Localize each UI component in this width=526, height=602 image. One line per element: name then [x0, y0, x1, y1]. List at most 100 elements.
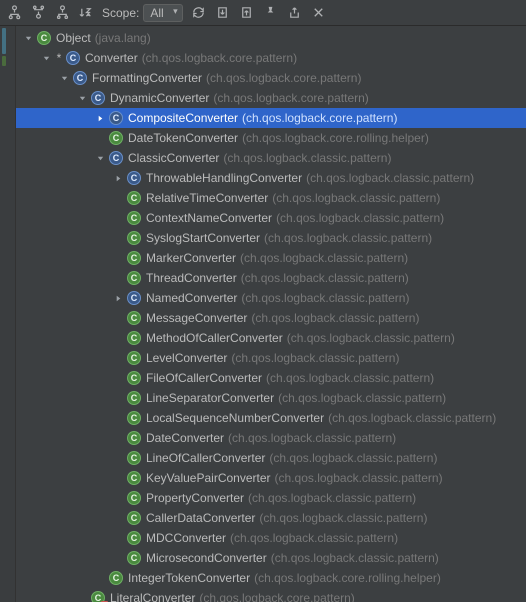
tree-row[interactable]: CThreadConverter(ch.qos.logback.classic.… [16, 268, 526, 288]
sort-alpha-icon[interactable] [78, 5, 94, 21]
abstract-class-icon: C [108, 110, 124, 126]
tree-row[interactable]: CLineSeparatorConverter(ch.qos.logback.c… [16, 388, 526, 408]
class-name: DateConverter [146, 431, 224, 445]
no-arrow [112, 252, 124, 264]
tree-row[interactable]: CDateTokenConverter(ch.qos.logback.core.… [16, 128, 526, 148]
tree-row[interactable]: CPropertyConverter(ch.qos.logback.classi… [16, 488, 526, 508]
tree-row[interactable]: CLiteralConverter(ch.qos.logback.core.pa… [16, 588, 526, 602]
expanded-arrow-icon[interactable] [58, 72, 70, 84]
class-icon: C [126, 470, 142, 486]
no-arrow [112, 372, 124, 384]
tree-row[interactable]: CThrowableHandlingConverter(ch.qos.logba… [16, 168, 526, 188]
class-name: FormattingConverter [92, 71, 202, 85]
tree-row[interactable]: CIntegerTokenConverter(ch.qos.logback.co… [16, 568, 526, 588]
abstract-class-icon: C [108, 150, 124, 166]
tree-row[interactable]: CLineOfCallerConverter(ch.qos.logback.cl… [16, 448, 526, 468]
tree-row[interactable]: CNamedConverter(ch.qos.logback.classic.p… [16, 288, 526, 308]
class-name: CallerDataConverter [146, 511, 255, 525]
class-name: KeyValuePairConverter [146, 471, 271, 485]
class-icon: C [126, 410, 142, 426]
expanded-arrow-icon[interactable] [94, 152, 106, 164]
tree-row[interactable]: CContextNameConverter(ch.qos.logback.cla… [16, 208, 526, 228]
class-icon: C [126, 270, 142, 286]
tree-row[interactable]: CSyslogStartConverter(ch.qos.logback.cla… [16, 228, 526, 248]
class-name: NamedConverter [146, 291, 237, 305]
no-arrow [112, 192, 124, 204]
package-label: (java.lang) [95, 31, 151, 45]
class-name: DateTokenConverter [128, 131, 238, 145]
tree-row[interactable]: CObject(java.lang) [16, 28, 526, 48]
class-name: MicrosecondConverter [146, 551, 267, 565]
pin-icon[interactable] [263, 5, 279, 21]
tree-row[interactable]: CClassicConverter(ch.qos.logback.classic… [16, 148, 526, 168]
hierarchy-tree[interactable]: CObject(java.lang)*CConverter(ch.qos.log… [16, 26, 526, 602]
collapsed-arrow-icon[interactable] [112, 292, 124, 304]
package-label: (ch.qos.logback.classic.pattern) [264, 231, 432, 245]
tree-row[interactable]: CLocalSequenceNumberConverter(ch.qos.log… [16, 408, 526, 428]
collapsed-arrow-icon[interactable] [112, 172, 124, 184]
expanded-arrow-icon[interactable] [76, 92, 88, 104]
expanded-arrow-icon[interactable] [40, 52, 52, 64]
class-icon: C [126, 490, 142, 506]
package-label: (ch.qos.logback.classic.pattern) [230, 531, 398, 545]
collapsed-arrow-icon[interactable] [94, 112, 106, 124]
no-arrow [112, 432, 124, 444]
tree-row[interactable]: CMethodOfCallerConverter(ch.qos.logback.… [16, 328, 526, 348]
autoscroll-from-source-icon[interactable] [239, 5, 255, 21]
package-label: (ch.qos.logback.core.pattern) [242, 111, 397, 125]
scope-dropdown[interactable]: All [143, 4, 182, 22]
tree-row[interactable]: CFileOfCallerConverter(ch.qos.logback.cl… [16, 368, 526, 388]
no-arrow [76, 592, 88, 602]
subtypes-icon[interactable] [54, 5, 70, 21]
tree-row[interactable]: CRelativeTimeConverter(ch.qos.logback.cl… [16, 188, 526, 208]
no-arrow [94, 132, 106, 144]
refresh-icon[interactable] [191, 5, 207, 21]
tree-row[interactable]: CLevelConverter(ch.qos.logback.classic.p… [16, 348, 526, 368]
abstract-class-icon: C [90, 90, 106, 106]
class-name: RelativeTimeConverter [146, 191, 268, 205]
autoscroll-to-source-icon[interactable] [215, 5, 231, 21]
tree-row[interactable]: CMarkerConverter(ch.qos.logback.classic.… [16, 248, 526, 268]
package-label: (ch.qos.logback.core.pattern) [206, 71, 361, 85]
no-arrow [112, 312, 124, 324]
package-label: (ch.qos.logback.classic.pattern) [271, 551, 439, 565]
class-icon: C [126, 370, 142, 386]
close-icon[interactable] [311, 5, 327, 21]
export-icon[interactable] [287, 5, 303, 21]
package-label: (ch.qos.logback.core.pattern) [213, 91, 368, 105]
tree-row[interactable]: CDynamicConverter(ch.qos.logback.core.pa… [16, 88, 526, 108]
tree-row[interactable]: C FormattingConverter (ch.qos.logback.core… [16, 68, 526, 88]
class-name: LineOfCallerConverter [146, 451, 265, 465]
tree-row[interactable]: CCallerDataConverter(ch.qos.logback.clas… [16, 508, 526, 528]
expanded-arrow-icon[interactable] [22, 32, 34, 44]
tree-row[interactable]: CMicrosecondConverter(ch.qos.logback.cla… [16, 548, 526, 568]
class-icon: C [36, 30, 52, 46]
no-arrow [112, 492, 124, 504]
class-name: Converter [85, 51, 138, 65]
tree-row[interactable]: CCompositeConverter(ch.qos.logback.core.… [16, 108, 526, 128]
tree-row[interactable]: CDateConverter(ch.qos.logback.classic.pa… [16, 428, 526, 448]
tree-row[interactable]: CMessageConverter(ch.qos.logback.classic… [16, 308, 526, 328]
modified-marker: * [54, 51, 64, 65]
package-label: (ch.qos.logback.core.pattern) [142, 51, 297, 65]
no-arrow [112, 392, 124, 404]
no-arrow [112, 212, 124, 224]
package-label: (ch.qos.logback.classic.pattern) [266, 371, 434, 385]
supertypes-icon[interactable] [30, 5, 46, 21]
package-label: (ch.qos.logback.classic.pattern) [259, 511, 427, 525]
hierarchy-class-icon[interactable] [6, 5, 22, 21]
class-icon: C [108, 570, 124, 586]
class-icon: C [126, 330, 142, 346]
class-icon: C [126, 310, 142, 326]
package-label: (ch.qos.logback.core.rolling.helper) [254, 571, 441, 585]
tree-row[interactable]: CKeyValuePairConverter(ch.qos.logback.cl… [16, 468, 526, 488]
tree-row[interactable]: *CConverter(ch.qos.logback.core.pattern) [16, 48, 526, 68]
abstract-class-icon: C [126, 290, 142, 306]
class-name: MarkerConverter [146, 251, 236, 265]
class-name: SyslogStartConverter [146, 231, 260, 245]
package-label: (ch.qos.logback.classic.pattern) [272, 191, 440, 205]
class-name: ContextNameConverter [146, 211, 272, 225]
abstract-class-icon: C [72, 70, 88, 86]
package-label: (ch.qos.logback.classic.pattern) [251, 311, 419, 325]
tree-row[interactable]: CMDCConverter(ch.qos.logback.classic.pat… [16, 528, 526, 548]
